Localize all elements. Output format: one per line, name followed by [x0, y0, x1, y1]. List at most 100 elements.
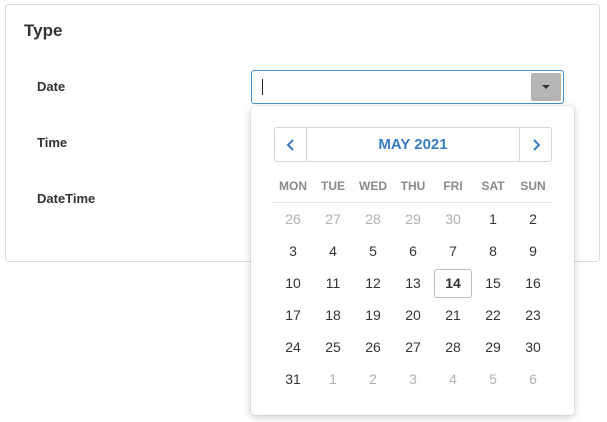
- calendar-day-number: 30: [525, 339, 541, 355]
- date-dropdown-button[interactable]: [531, 73, 561, 101]
- time-label: Time: [37, 135, 68, 150]
- weekday-label: SAT: [481, 179, 505, 193]
- calendar-day[interactable]: 7: [433, 235, 473, 267]
- prev-month-button[interactable]: [275, 128, 307, 161]
- calendar-day-number: 5: [369, 243, 377, 259]
- calendar-day[interactable]: 11: [313, 267, 353, 299]
- weekday-label: SUN: [520, 179, 546, 193]
- calendar-day-other-month[interactable]: 3: [393, 363, 433, 395]
- calendar-day-other-month[interactable]: 30: [433, 203, 473, 235]
- calendar-day[interactable]: 30: [513, 331, 553, 363]
- calendar-day[interactable]: 9: [513, 235, 553, 267]
- month-title[interactable]: MAY 2021: [306, 128, 520, 161]
- date-input[interactable]: [252, 71, 530, 103]
- calendar-day[interactable]: 24: [273, 331, 313, 363]
- calendar-day-number: 27: [405, 339, 421, 355]
- calendar-day-number: 19: [365, 307, 381, 323]
- calendar-day[interactable]: 25: [313, 331, 353, 363]
- calendar-day[interactable]: 12: [353, 267, 393, 299]
- calendar-day[interactable]: 1: [473, 203, 513, 235]
- calendar-day-other-month[interactable]: 29: [393, 203, 433, 235]
- calendar-day-number: 26: [365, 339, 381, 355]
- calendar-day-number: 1: [489, 211, 497, 227]
- calendar-popup: MAY 2021 MON TUE WED THU FRI SAT SUN 26 2…: [251, 106, 574, 415]
- calendar-day-other-month[interactable]: 27: [313, 203, 353, 235]
- calendar-day-number: 25: [325, 339, 341, 355]
- calendar-day[interactable]: 2: [513, 203, 553, 235]
- calendar-day[interactable]: 16: [513, 267, 553, 299]
- calendar-day-number: 29: [405, 211, 421, 227]
- calendar-day[interactable]: 4: [313, 235, 353, 267]
- calendar-day-number: 11: [325, 275, 341, 291]
- calendar-day[interactable]: 22: [473, 299, 513, 331]
- weekday-label: TUE: [321, 179, 345, 193]
- calendar-day[interactable]: 15: [473, 267, 513, 299]
- calendar-day-number: 23: [525, 307, 541, 323]
- calendar-day[interactable]: 10: [273, 267, 313, 299]
- calendar-day[interactable]: 13: [393, 267, 433, 299]
- panel-title: Type: [24, 21, 63, 40]
- calendar-day-today[interactable]: 14: [433, 267, 473, 299]
- calendar-day-number: 1: [329, 371, 337, 387]
- calendar-day-number: 24: [285, 339, 301, 355]
- calendar-day[interactable]: 23: [513, 299, 553, 331]
- calendar-day[interactable]: 26: [353, 331, 393, 363]
- calendar-day[interactable]: 21: [433, 299, 473, 331]
- calendar-day-number: 6: [409, 243, 417, 259]
- calendar-day-number: 18: [325, 307, 341, 323]
- calendar-day-number: 20: [405, 307, 421, 323]
- calendar-day[interactable]: 8: [473, 235, 513, 267]
- datetime-label: DateTime: [37, 191, 96, 206]
- calendar-day-number: 5: [489, 371, 497, 387]
- date-label: Date: [37, 79, 66, 94]
- calendar-week-row: 3 4 5 6 7 8 9: [273, 235, 553, 267]
- calendar-header: MAY 2021: [274, 127, 552, 162]
- calendar-days-grid: 26 27 28 29 30 1 2 3 4 5 6 7 8 9 10 11 12 13 14 15 16 17 18 19 2…: [273, 203, 553, 395]
- calendar-day-number: 12: [365, 275, 381, 291]
- calendar-day-number: 6: [529, 371, 537, 387]
- calendar-day-number: 15: [485, 275, 501, 291]
- weekday-label: MON: [279, 179, 307, 193]
- calendar-day-number: 4: [449, 371, 457, 387]
- calendar-day[interactable]: 19: [353, 299, 393, 331]
- calendar-day[interactable]: 27: [393, 331, 433, 363]
- calendar-day-number: 22: [485, 307, 501, 323]
- calendar-day-other-month[interactable]: 4: [433, 363, 473, 395]
- calendar-day-number: 13: [405, 275, 421, 291]
- calendar-day-other-month[interactable]: 2: [353, 363, 393, 395]
- calendar-day-number: 3: [289, 243, 297, 259]
- calendar-day-other-month[interactable]: 1: [313, 363, 353, 395]
- calendar-week-row: 10 11 12 13 14 15 16: [273, 267, 553, 299]
- calendar-day[interactable]: 29: [473, 331, 513, 363]
- calendar-day-number: 29: [485, 339, 501, 355]
- calendar-day-number: 8: [489, 243, 497, 259]
- caret-down-icon: [542, 85, 550, 89]
- calendar-day-number: 14: [434, 268, 472, 298]
- calendar-week-row: 24 25 26 27 28 29 30: [273, 331, 553, 363]
- calendar-day-number: 16: [525, 275, 541, 291]
- calendar-day[interactable]: 28: [433, 331, 473, 363]
- calendar-day[interactable]: 5: [353, 235, 393, 267]
- calendar-day[interactable]: 6: [393, 235, 433, 267]
- calendar-week-row: 31 1 2 3 4 5 6: [273, 363, 553, 395]
- calendar-day[interactable]: 20: [393, 299, 433, 331]
- calendar-day-other-month[interactable]: 28: [353, 203, 393, 235]
- weekday-label: WED: [359, 179, 387, 193]
- calendar-day-other-month[interactable]: 5: [473, 363, 513, 395]
- calendar-day-number: 3: [409, 371, 417, 387]
- calendar-week-row: 26 27 28 29 30 1 2: [273, 203, 553, 235]
- calendar-day-number: 7: [449, 243, 457, 259]
- calendar-day-number: 28: [445, 339, 461, 355]
- calendar-day-other-month[interactable]: 6: [513, 363, 553, 395]
- calendar-day-number: 30: [445, 211, 461, 227]
- calendar-day-other-month[interactable]: 26: [273, 203, 313, 235]
- text-cursor: [262, 79, 263, 95]
- calendar-day-number: 27: [325, 211, 341, 227]
- calendar-day[interactable]: 18: [313, 299, 353, 331]
- calendar-day[interactable]: 31: [273, 363, 313, 395]
- calendar-day-number: 31: [285, 371, 301, 387]
- weekday-label: THU: [400, 179, 426, 193]
- calendar-day[interactable]: 17: [273, 299, 313, 331]
- next-month-button[interactable]: [519, 128, 551, 161]
- calendar-day[interactable]: 3: [273, 235, 313, 267]
